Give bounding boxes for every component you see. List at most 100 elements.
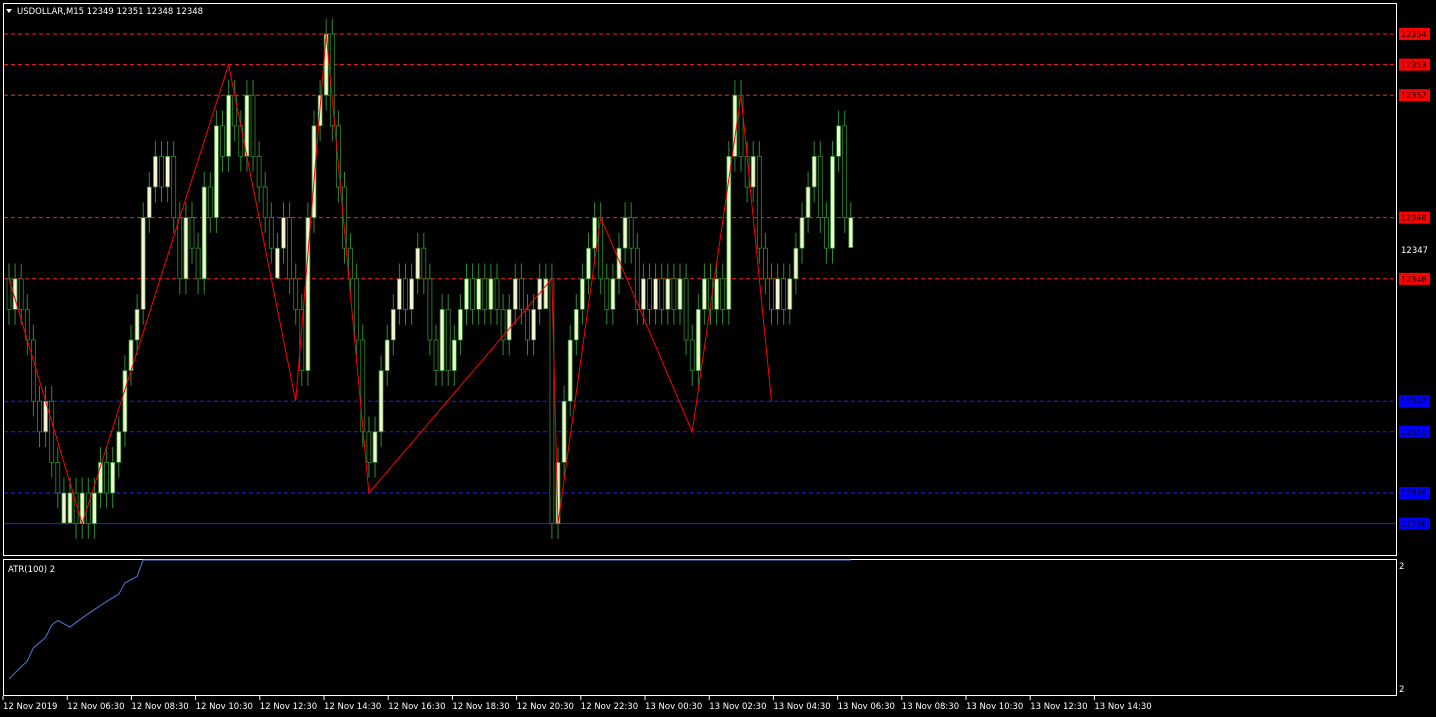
candle-body	[159, 155, 164, 188]
candle-body	[256, 155, 262, 188]
candle-body	[811, 155, 817, 188]
candle-body	[586, 247, 591, 280]
candle-body	[207, 186, 213, 219]
candle-body	[262, 186, 268, 219]
candle-body	[92, 492, 97, 525]
candle-body	[604, 278, 610, 310]
candle-body	[390, 308, 396, 341]
candle-body	[220, 125, 225, 157]
time-label: 12 Nov 10:30	[196, 702, 253, 712]
candle-body	[781, 278, 787, 310]
resistance-label: 12354	[1401, 30, 1426, 39]
candle-body	[30, 339, 36, 402]
candle-body	[805, 186, 811, 219]
time-label: 12 Nov 22:30	[581, 702, 638, 712]
candle-body	[482, 278, 488, 310]
candle-body	[421, 247, 427, 280]
candle-body	[702, 278, 707, 310]
indicator-label: ATR(100) 2	[8, 565, 55, 575]
main-chart-frame	[3, 3, 1397, 556]
indicator-scale-top: 2	[1399, 562, 1404, 572]
candle-body	[628, 217, 634, 249]
candle-body	[653, 278, 658, 310]
candle-body	[122, 370, 128, 433]
candle-body	[372, 431, 378, 463]
candle-body	[183, 217, 189, 280]
candle-body	[104, 461, 109, 494]
candle-body	[250, 94, 256, 157]
indicator-scale-bottom: 2	[1399, 685, 1404, 695]
time-label: 12 Nov 2019	[3, 702, 57, 712]
time-label: 13 Nov 02:30	[709, 702, 766, 712]
candle-body	[830, 155, 835, 249]
candle-body	[641, 278, 646, 310]
candle-body	[213, 125, 219, 219]
candle-body	[451, 339, 457, 372]
candle-body	[531, 308, 536, 341]
candle-body	[439, 308, 445, 371]
time-label: 12 Nov 16:30	[388, 702, 445, 712]
time-axis: 12 Nov 2019 12 Nov 06:30 12 Nov 08:30 12 No…	[2, 696, 1152, 712]
candle-body	[18, 278, 24, 310]
candle-body	[152, 155, 158, 188]
trading-chart[interactable]: 12354 12353 12352 12348 12346 12342 12341 12339…	[0, 0, 1436, 717]
candle-body	[360, 339, 366, 433]
time-label: 12 Nov 14:30	[324, 702, 381, 712]
symbol-header: USDOLLAR,M15 12349 12351 12348 12348	[17, 7, 203, 17]
candle-body	[494, 278, 500, 310]
candle-body	[647, 278, 652, 310]
time-label: 13 Nov 12:30	[1030, 702, 1087, 712]
candle-body	[756, 155, 762, 249]
candle-body	[714, 278, 719, 310]
candle-body	[720, 278, 726, 310]
time-label: 12 Nov 12:30	[260, 702, 317, 712]
candle-body	[37, 400, 42, 433]
candle-body	[763, 247, 768, 280]
candle-body	[842, 125, 848, 219]
support-label: 12338	[1401, 520, 1426, 529]
candle-body	[519, 278, 524, 310]
candle-body	[476, 278, 482, 310]
time-label: 13 Nov 00:30	[645, 702, 702, 712]
candle-body	[323, 33, 329, 96]
time-label: 13 Nov 10:30	[966, 702, 1023, 712]
candle-body	[769, 278, 774, 310]
candle-body	[146, 186, 152, 219]
candle-body	[384, 339, 390, 372]
candle-body	[592, 217, 597, 249]
time-label: 12 Nov 06:30	[67, 702, 124, 712]
candle-body	[793, 247, 799, 280]
candle-body	[287, 217, 293, 280]
candle-body	[470, 278, 476, 310]
candle-body	[177, 217, 183, 280]
candle-body	[775, 278, 780, 310]
candle-body	[506, 308, 512, 341]
candle-body	[409, 278, 415, 310]
time-label: 13 Nov 08:30	[902, 702, 959, 712]
candle-body	[433, 339, 439, 372]
candle-body	[366, 431, 372, 463]
candle-body	[799, 217, 805, 249]
candle-body	[824, 217, 829, 249]
candle-body	[67, 492, 73, 524]
candle-body	[226, 94, 232, 157]
candle-body	[268, 217, 274, 249]
candle-body	[378, 370, 384, 433]
candle-body	[659, 278, 665, 310]
candle-body	[396, 278, 402, 310]
candle-body	[134, 308, 140, 341]
candle-body	[683, 278, 689, 341]
candle-body	[427, 278, 433, 341]
candle-body	[580, 278, 585, 310]
time-label: 12 Nov 18:30	[452, 702, 509, 712]
current-price-label: 12347	[1401, 246, 1428, 256]
candle-body	[512, 278, 518, 310]
candle-body	[695, 308, 701, 371]
candle-body	[55, 461, 61, 494]
candle-body	[457, 308, 463, 341]
candle-body	[525, 308, 530, 341]
support-label: 12341	[1401, 428, 1426, 437]
candle-body	[561, 400, 567, 463]
symbol-dropdown[interactable]: USDOLLAR,M15 12349 12351 12348 12348	[6, 7, 203, 17]
time-label: 13 Nov 04:30	[773, 702, 830, 712]
